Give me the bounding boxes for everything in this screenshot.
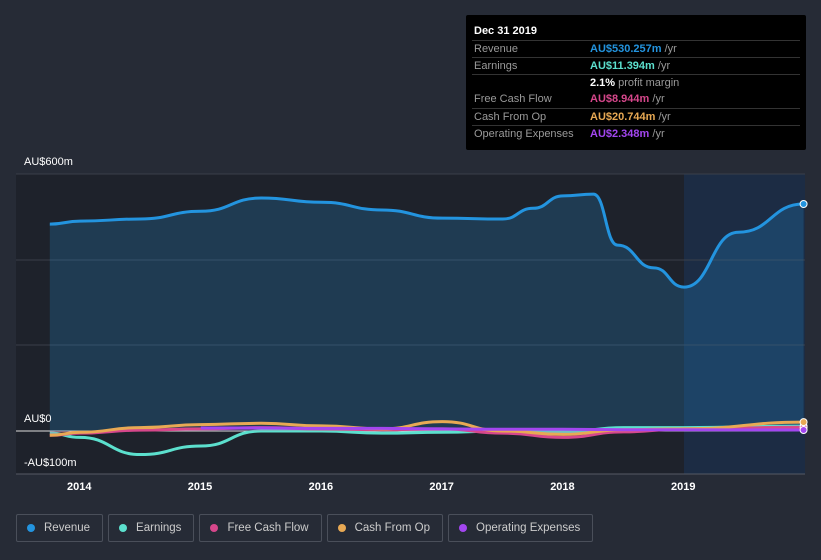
legend-item-operating-expenses[interactable]: Operating Expenses: [448, 514, 594, 542]
unit: /yr: [661, 43, 677, 55]
tooltip-label: Earnings: [474, 60, 518, 72]
value: 2.1%: [590, 77, 616, 89]
tooltip-row: 2.1% profit margin: [472, 74, 800, 92]
tooltip-value: AU$11.394m /yr: [590, 58, 670, 75]
legend-dot-icon: [119, 524, 128, 532]
value: AU$8.944m: [590, 93, 650, 105]
y-tick-label: -AU$100m: [24, 457, 77, 469]
legend-item-revenue[interactable]: Revenue: [16, 514, 104, 542]
x-tick-label: 2018: [550, 481, 575, 493]
value: AU$530.257m: [590, 43, 662, 55]
tooltip-value: AU$530.257m /yr: [590, 41, 677, 58]
legend-label: Operating Expenses: [476, 522, 581, 534]
y-tick-label: AU$0: [24, 413, 52, 425]
legend-label: Earnings: [136, 522, 182, 534]
x-tick-label: 2014: [67, 481, 92, 493]
series-end-marker: [799, 200, 808, 209]
x-tick-label: 2017: [429, 481, 454, 493]
tooltip-value: 2.1% profit margin: [590, 75, 679, 92]
unit: /yr: [654, 60, 671, 72]
tooltip-label: Operating Expenses: [474, 128, 574, 140]
tooltip-row: Revenue AU$530.257m /yr: [472, 40, 800, 58]
tooltip-value: AU$2.348m /yr: [590, 126, 665, 143]
tooltip-row: Earnings AU$11.394m /yr: [472, 57, 800, 75]
value: AU$11.394m: [590, 60, 655, 72]
legend-item-cash-from-op[interactable]: Cash From Op: [326, 514, 444, 542]
series-end-marker: [799, 426, 808, 435]
tooltip-value: AU$20.744m /yr: [590, 109, 671, 126]
unit: /yr: [649, 128, 665, 140]
tooltip-label: Free Cash Flow: [474, 93, 552, 105]
legend-label: Cash From Op: [354, 522, 431, 534]
tooltip-row: Cash From Op AU$20.744m /yr: [472, 108, 800, 126]
unit: /yr: [649, 93, 665, 105]
x-tick-label: 2016: [308, 481, 334, 493]
tooltip: Dec 31 2019 Revenue AU$530.257m /yr Earnin…: [466, 15, 806, 150]
legend-label: Revenue: [44, 522, 91, 534]
legend-dot-icon: [210, 524, 219, 532]
legend-dot-icon: [27, 524, 35, 532]
y-tick-label: AU$600m: [24, 156, 73, 168]
legend-dot-icon: [337, 524, 346, 532]
series-line-operating-expenses: [200, 426, 804, 432]
x-tick-label: 2019: [671, 481, 696, 493]
x-tick-label: 2015: [187, 481, 213, 493]
tooltip-label: Revenue: [474, 43, 519, 55]
legend-dot-icon: [459, 524, 468, 532]
legend-label: Free Cash Flow: [227, 522, 309, 534]
legend: Revenue Earnings Free Cash Flow Cash From O…: [16, 514, 594, 542]
tooltip-label: Cash From Op: [474, 111, 547, 123]
tooltip-value: AU$8.944m /yr: [590, 91, 665, 108]
value: AU$2.348m: [590, 128, 650, 140]
legend-item-earnings[interactable]: Earnings: [108, 514, 195, 542]
legend-item-free-cash-flow[interactable]: Free Cash Flow: [199, 514, 322, 542]
unit: /yr: [655, 111, 671, 123]
tooltip-row: Operating Expenses AU$2.348m /yr: [472, 125, 800, 143]
series-end-marker: [799, 418, 808, 427]
value: AU$20.744m: [590, 111, 656, 123]
tooltip-row: Free Cash Flow AU$8.944m /yr: [472, 91, 800, 108]
unit: profit margin: [615, 77, 680, 89]
tooltip-date: Dec 31 2019: [474, 25, 537, 37]
